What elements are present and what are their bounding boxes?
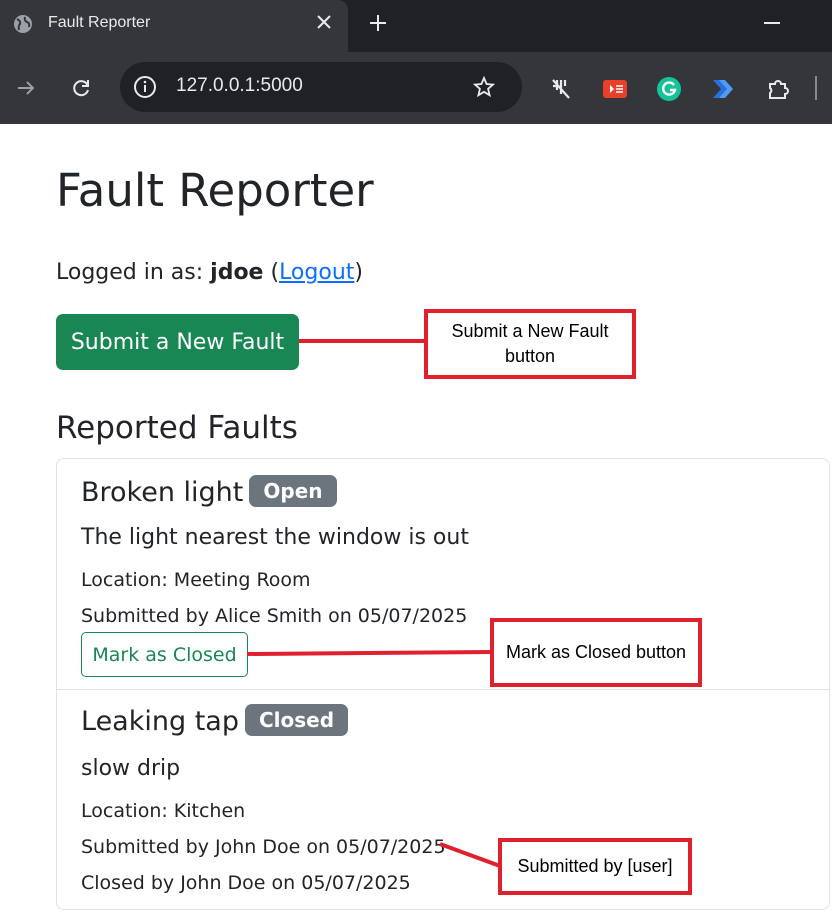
fault-location: Location: Kitchen [81, 800, 246, 822]
open-paren: ( [263, 260, 280, 285]
fault-title: Leaking tap Closed [81, 704, 349, 737]
fault-title-text: Broken light [81, 477, 244, 508]
status-badge: Closed [244, 704, 349, 736]
close-icon[interactable] [314, 12, 334, 32]
username: jdoe [210, 260, 264, 285]
grammarly-icon[interactable] [656, 76, 682, 102]
browser-tab[interactable]: Fault Reporter [0, 0, 348, 52]
minimize-icon[interactable] [764, 22, 780, 24]
extension-tools-icon[interactable] [548, 76, 574, 102]
browser-toolbar: 127.0.0.1:5000 [0, 52, 832, 124]
globe-icon [14, 15, 32, 33]
login-status: Logged in as: jdoe (Logout) [56, 260, 363, 285]
bookmark-star-icon[interactable] [472, 75, 496, 99]
extensions-puzzle-icon[interactable] [766, 76, 792, 102]
page-content: Fault Reporter Logged in as: jdoe (Logou… [0, 124, 832, 913]
page-title: Fault Reporter [56, 164, 374, 217]
fault-title-text: Leaking tap [81, 706, 239, 737]
url-text[interactable]: 127.0.0.1:5000 [176, 75, 303, 97]
fault-closed: Closed by John Doe on 05/07/2025 [81, 872, 411, 894]
annotation-submit-fault: Submit a New Fault button [424, 309, 636, 379]
site-info-icon[interactable] [133, 75, 157, 99]
faults-list: Broken light Open The light nearest the w… [56, 458, 830, 910]
extension-media-icon[interactable] [602, 76, 628, 102]
reported-faults-heading: Reported Faults [56, 410, 298, 446]
fault-location: Location: Meeting Room [81, 569, 311, 591]
fault-submitted: Submitted by Alice Smith on 05/07/2025 [81, 605, 468, 627]
reload-icon[interactable] [69, 76, 93, 100]
logout-link[interactable]: Logout [279, 260, 354, 285]
annotation-mark-closed: Mark as Closed button [490, 618, 702, 687]
list-item: Leaking tap Closed slow drip Location: Ki… [57, 689, 829, 910]
tab-title: Fault Reporter [48, 14, 151, 31]
annotation-submitted-by: Submitted by [user] [498, 838, 692, 895]
list-item: Broken light Open The light nearest the w… [57, 459, 829, 689]
fault-description: slow drip [81, 756, 181, 781]
fault-submitted: Submitted by John Doe on 05/07/2025 [81, 836, 446, 858]
status-badge: Open [249, 475, 337, 507]
toolbar-divider [815, 76, 817, 100]
mark-as-closed-button[interactable]: Mark as Closed [81, 632, 248, 677]
fault-title: Broken light Open [81, 475, 337, 508]
browser-tab-strip: Fault Reporter [0, 0, 832, 52]
forward-arrow-icon[interactable] [14, 76, 38, 100]
power-automate-icon[interactable] [710, 76, 736, 102]
submit-new-fault-button[interactable]: Submit a New Fault [56, 314, 299, 370]
close-paren: ) [354, 260, 363, 285]
fault-description: The light nearest the window is out [81, 525, 469, 550]
new-tab-icon[interactable] [367, 12, 389, 34]
address-bar[interactable]: 127.0.0.1:5000 [120, 62, 522, 112]
login-prefix: Logged in as: [56, 260, 211, 285]
